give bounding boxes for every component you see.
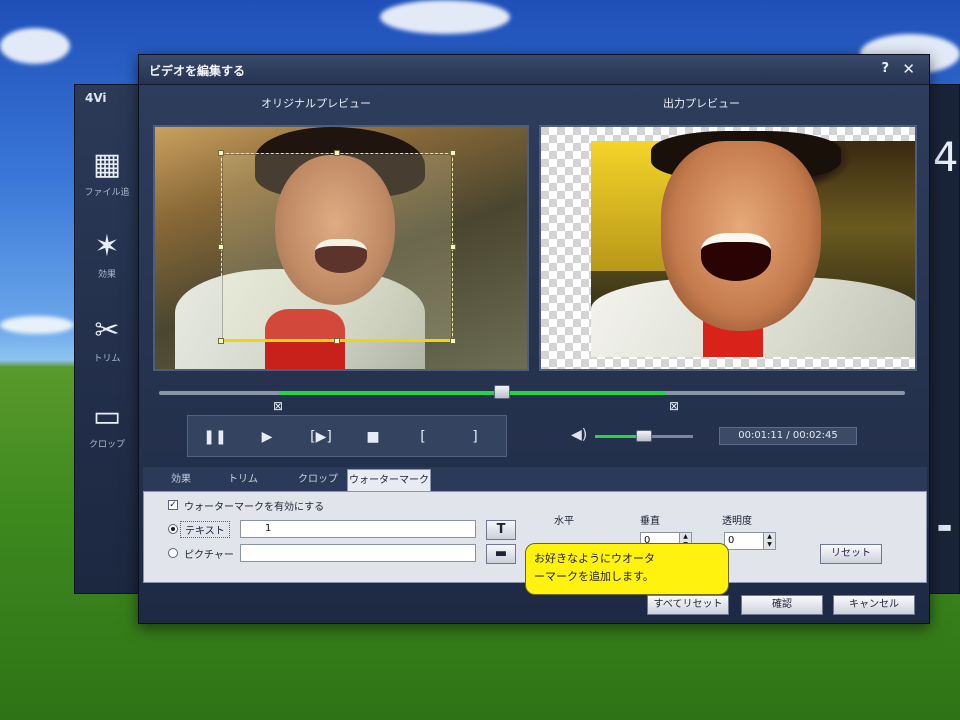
picture-option-label: ピクチャー (184, 550, 234, 561)
tab-effects[interactable]: 効果 (151, 469, 211, 491)
close-button[interactable]: ✕ (902, 60, 915, 78)
text-format-button[interactable]: T (486, 520, 516, 540)
trim-end-marker-icon[interactable]: ⊠ (667, 399, 681, 413)
folder-icon[interactable]: ▬ (937, 517, 952, 536)
stop-button[interactable]: ■ (360, 424, 386, 450)
sidebar-item-add-file[interactable]: ▦ ファイル追 (75, 139, 139, 219)
crop-handle[interactable] (218, 244, 224, 250)
crop-handle[interactable] (334, 150, 340, 156)
tab-trim[interactable]: トリム (213, 469, 273, 491)
timecode-display: 00:01:11 / 00:02:45 (719, 427, 857, 445)
video-frame-mouth (701, 233, 771, 281)
cloud (0, 28, 70, 64)
watermark-picture-input[interactable] (240, 544, 476, 562)
background-app-title: 4Vi (85, 91, 107, 105)
tab-crop[interactable]: クロップ (283, 469, 353, 491)
help-button[interactable]: ? (881, 61, 889, 76)
mark-in-button[interactable]: [ (410, 424, 436, 450)
timeline-playhead[interactable] (494, 385, 511, 399)
transparency-label: 透明度 (722, 516, 752, 527)
sidebar-item-label: トリム (93, 354, 121, 364)
next-frame-button[interactable]: [▶] (304, 424, 338, 450)
crop-handle[interactable] (218, 338, 224, 344)
output-video-frame (591, 131, 915, 357)
tooltip-line: ーマークを追加します。 (534, 570, 654, 583)
tab-watermark[interactable]: ウォーターマーク (347, 469, 431, 491)
sidebar-item-label: クロップ (88, 440, 125, 450)
original-preview (153, 125, 529, 371)
edit-tabs: 効果 トリム クロップ ウォーターマーク (143, 467, 927, 491)
magic-wand-icon: ✶ (94, 229, 120, 264)
original-preview-label: オリジナルプレビュー (261, 97, 371, 110)
watermark-text-input[interactable]: 1 (240, 520, 476, 538)
background-app-right-edge: 4 ▬ (929, 85, 959, 593)
timeline-progress-fill (279, 391, 667, 395)
crop-handle[interactable] (334, 338, 340, 344)
timeline-track[interactable] (159, 391, 905, 395)
text-option-radio[interactable] (168, 524, 178, 534)
folder-icon[interactable]: ▬ (486, 544, 516, 564)
cloud (380, 0, 510, 34)
enable-watermark-checkbox[interactable]: ✓ (168, 500, 178, 510)
trim-start-marker-icon[interactable]: ⊠ (271, 399, 285, 413)
picture-option-radio[interactable] (168, 548, 178, 558)
play-button[interactable]: ▶ (254, 424, 280, 450)
enable-watermark-label: ウォーターマークを有効にする (184, 502, 325, 513)
output-preview-label: 出力プレビュー (663, 97, 740, 110)
speaker-icon[interactable]: ◀) (571, 427, 587, 443)
output-preview (539, 125, 917, 371)
cancel-button[interactable]: キャンセル (833, 595, 915, 615)
sidebar-item-label: ファイル追 (84, 188, 130, 198)
sidebar-item-trim[interactable]: ✂ トリム (75, 305, 139, 385)
spinner-arrows-icon[interactable]: ▲▼ (763, 533, 775, 549)
crop-handle[interactable] (450, 150, 456, 156)
film-strip-icon: ▦ (92, 147, 122, 182)
monitor-icon: ▭ (92, 399, 122, 434)
cloud (0, 316, 74, 334)
text-option-label: テキスト (180, 521, 230, 538)
mark-out-button[interactable]: ] (462, 424, 488, 450)
crop-handle[interactable] (218, 150, 224, 156)
sidebar-item-effects[interactable]: ✶ 効果 (75, 221, 139, 301)
sidebar-item-label: 効果 (97, 270, 116, 280)
tooltip-line: お好きなようにウオータ (534, 552, 655, 565)
crop-selection-rectangle[interactable] (218, 150, 456, 344)
transparency-spinner[interactable]: 0 ▲ ▼ (724, 532, 776, 550)
crop-handle[interactable] (450, 244, 456, 250)
scissors-icon: ✂ (94, 313, 120, 348)
transparency-value: 0 (728, 535, 735, 546)
dialog-title: ビデオを編集する (149, 64, 246, 78)
volume-knob[interactable] (636, 430, 652, 442)
background-app-big-text: 4 (933, 135, 959, 181)
pause-button[interactable]: ❚❚ (202, 424, 228, 450)
horizontal-label: 水平 (554, 516, 574, 527)
reset-button[interactable]: リセット (820, 544, 882, 564)
crop-handle[interactable] (450, 338, 456, 344)
ok-button[interactable]: 確認 (741, 595, 823, 615)
sidebar-item-crop[interactable]: ▭ クロップ (75, 391, 139, 471)
playback-controls: ❚❚ ▶ [▶] ■ [ ] (187, 415, 507, 457)
watermark-tooltip: お好きなようにウオータ ーマークを追加します。 (525, 543, 729, 595)
dialog-titlebar: ビデオを編集する ? ✕ (139, 55, 929, 85)
reset-all-button[interactable]: すべてリセット (647, 595, 729, 615)
vertical-label: 垂直 (640, 516, 660, 527)
edit-video-dialog: ビデオを編集する ? ✕ オリジナルプレビュー 出力プレビュー ⊠ ⊠ ❚❚ ▶… (138, 54, 930, 624)
